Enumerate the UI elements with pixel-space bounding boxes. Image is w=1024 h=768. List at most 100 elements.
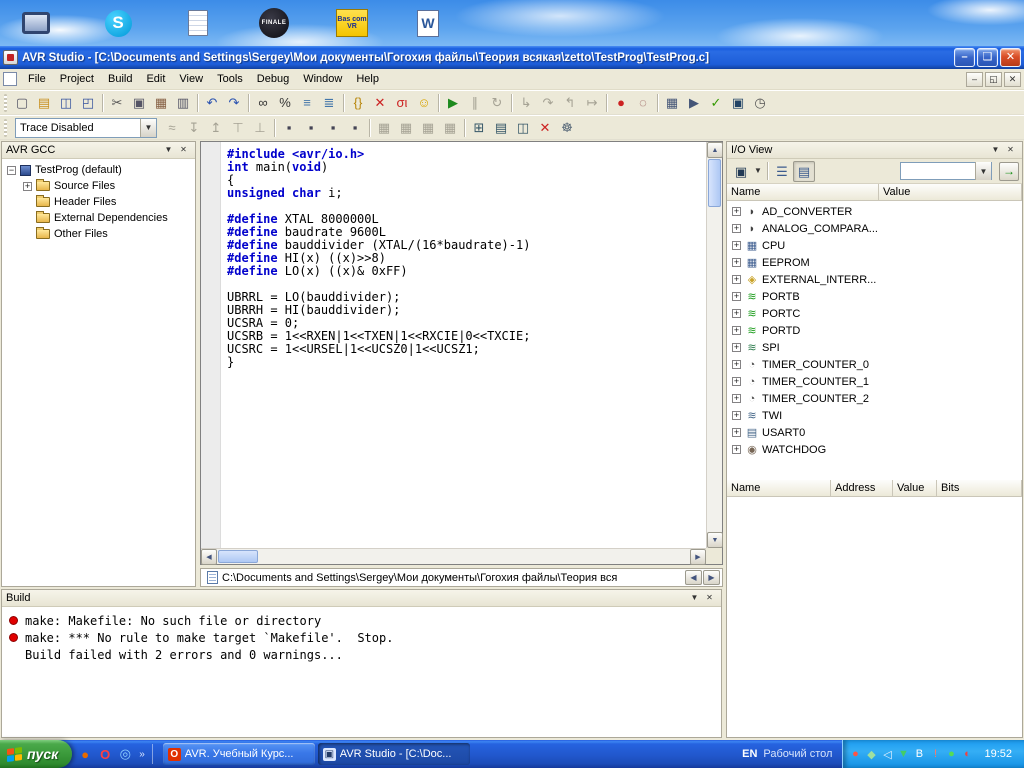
ql-browser-icon[interactable]: ● xyxy=(76,745,94,763)
expand-icon[interactable]: + xyxy=(732,207,741,216)
tray-update-icon[interactable]: ▼ xyxy=(895,748,911,761)
chip-programmer-button[interactable]: ▣ xyxy=(727,92,749,113)
close-window-button[interactable]: ✕ xyxy=(534,117,556,138)
maximize-button[interactable]: ❑ xyxy=(977,48,998,67)
quick-launch-overflow-icon[interactable]: » xyxy=(136,749,148,760)
scroll-left-icon[interactable]: ◀ xyxy=(201,549,217,565)
menu-build[interactable]: Build xyxy=(101,71,139,87)
save-button[interactable]: ◫ xyxy=(55,92,77,113)
io-item-ad-converter[interactable]: +◗AD_CONVERTER xyxy=(727,203,1022,220)
panel-close-icon[interactable]: ✕ xyxy=(176,143,191,157)
expand-icon[interactable]: + xyxy=(732,224,741,233)
open-file-path[interactable]: C:\Documents and Settings\Sergey\Мои док… xyxy=(222,572,685,584)
new-file-button[interactable]: ▢ xyxy=(11,92,33,113)
compile-button[interactable]: ✓ xyxy=(705,92,727,113)
expand-icon[interactable]: + xyxy=(732,241,741,250)
expand-icon[interactable]: + xyxy=(732,343,741,352)
expand-icon[interactable]: + xyxy=(732,326,741,335)
watch-window-button[interactable]: ▦ xyxy=(373,117,395,138)
taskbar-clock[interactable]: 19:52 xyxy=(975,748,1020,760)
build-button[interactable]: ▦ xyxy=(661,92,683,113)
tree-item-external-dependencies[interactable]: External Dependencies xyxy=(2,210,195,226)
break-button[interactable]: ∥ xyxy=(464,92,486,113)
io-item-eeprom[interactable]: +▦EEPROM xyxy=(727,254,1022,271)
step-into-button[interactable]: ↳ xyxy=(515,92,537,113)
io-item-watchdog[interactable]: +◉WATCHDOG xyxy=(727,441,1022,458)
save-all-button[interactable]: ◰ xyxy=(77,92,99,113)
smiley-button[interactable]: ☺ xyxy=(413,92,435,113)
tree-item-other-files[interactable]: Other Files xyxy=(2,226,195,242)
toggle-breakpoint-button[interactable]: ● xyxy=(610,92,632,113)
to-bottom-button[interactable]: ⊥ xyxy=(249,117,271,138)
tab-scroll-left-icon[interactable]: ◀ xyxy=(685,570,702,585)
to-top-button[interactable]: ⊤ xyxy=(227,117,249,138)
panel-menu-icon[interactable]: ▼ xyxy=(687,591,702,605)
auto-step-button[interactable]: ≈ xyxy=(161,117,183,138)
register-window-button[interactable]: ▦ xyxy=(417,117,439,138)
finale-icon[interactable]: FINALE xyxy=(252,3,296,43)
memory-tag-button[interactable]: ▪ xyxy=(300,117,322,138)
expand-icon[interactable]: + xyxy=(23,182,32,191)
panel-close-icon[interactable]: ✕ xyxy=(1003,143,1018,157)
column-header-value[interactable]: Value xyxy=(879,184,1022,200)
disassembler-window-button[interactable]: ▦ xyxy=(439,117,461,138)
menu-help[interactable]: Help xyxy=(349,71,386,87)
tab-scroll-right-icon[interactable]: ▶ xyxy=(703,570,720,585)
scroll-right-icon[interactable]: ▶ xyxy=(690,549,706,565)
find-button[interactable]: ∞ xyxy=(252,92,274,113)
expand-icon[interactable]: + xyxy=(732,360,741,369)
close-button[interactable]: ✕ xyxy=(1000,48,1021,67)
io-item-twi[interactable]: +≋TWI xyxy=(727,407,1022,424)
run-to-cursor-button[interactable]: ↦ xyxy=(581,92,603,113)
stopwatch-button[interactable]: ◷ xyxy=(749,92,771,113)
io-item-portc[interactable]: +≋PORTC xyxy=(727,305,1022,322)
tree-item-header-files[interactable]: Header Files xyxy=(2,194,195,210)
menu-project[interactable]: Project xyxy=(53,71,101,87)
cut-button[interactable]: ✂ xyxy=(106,92,128,113)
taskbar-task-avr-учебный-курс[interactable]: OAVR. Учебный Курс... xyxy=(163,743,315,765)
chevron-down-icon[interactable]: ▼ xyxy=(975,162,991,180)
column-header-bits[interactable]: Bits xyxy=(937,480,1022,496)
paste-button[interactable]: ▦ xyxy=(150,92,172,113)
flash-tag-button[interactable]: ▪ xyxy=(344,117,366,138)
collapse-icon[interactable]: − xyxy=(7,166,16,175)
io-tag-button[interactable]: ▪ xyxy=(322,117,344,138)
project-tree-root[interactable]: −TestProg (default) xyxy=(2,162,195,178)
io-item-portd[interactable]: +≋PORTD xyxy=(727,322,1022,339)
expand-icon[interactable]: + xyxy=(732,258,741,267)
menu-tools[interactable]: Tools xyxy=(210,71,250,87)
copy-button[interactable]: ▣ xyxy=(128,92,150,113)
horizontal-scroll-thumb[interactable] xyxy=(218,550,258,563)
jump-target-button[interactable]: ↧ xyxy=(183,117,205,138)
remove-breakpoints-button[interactable]: ◌ xyxy=(632,92,654,113)
find-in-files-button[interactable]: % xyxy=(274,92,296,113)
memory-window-button[interactable]: ▦ xyxy=(395,117,417,138)
expand-icon[interactable]: + xyxy=(732,377,741,386)
reset-button[interactable]: ↻ xyxy=(486,92,508,113)
expand-icon[interactable]: + xyxy=(732,411,741,420)
language-indicator[interactable]: EN xyxy=(736,748,763,760)
mdi-minimize-button[interactable]: – xyxy=(966,72,983,87)
menu-edit[interactable]: Edit xyxy=(139,71,172,87)
menu-debug[interactable]: Debug xyxy=(250,71,296,87)
expand-icon[interactable]: + xyxy=(732,445,741,454)
editor-horizontal-scrollbar[interactable]: ◀ ▶ xyxy=(201,548,706,564)
ql-messenger-icon[interactable]: ◎ xyxy=(116,745,134,763)
register-tag-button[interactable]: ▪ xyxy=(278,117,300,138)
mdi-close-button[interactable]: ✕ xyxy=(1004,72,1021,87)
scroll-down-icon[interactable]: ▼ xyxy=(707,532,723,548)
minimize-button[interactable]: – xyxy=(954,48,975,67)
my-computer-icon[interactable] xyxy=(14,3,58,43)
braces-button[interactable]: {} xyxy=(347,92,369,113)
save-layout-button[interactable]: ◫ xyxy=(512,117,534,138)
io-item-timer-counter-1[interactable]: +◔TIMER_COUNTER_1 xyxy=(727,373,1022,390)
tree-item-source-files[interactable]: +Source Files xyxy=(2,178,195,194)
word-icon[interactable]: W xyxy=(406,3,450,43)
io-item-portb[interactable]: +≋PORTB xyxy=(727,288,1022,305)
bascom-icon[interactable]: Bas com VR xyxy=(330,3,374,43)
delete-marker-button[interactable]: ✕ xyxy=(369,92,391,113)
start-button[interactable]: пуск xyxy=(0,740,72,768)
step-out-button[interactable]: ↰ xyxy=(559,92,581,113)
symbols-button[interactable]: σι xyxy=(391,92,413,113)
code-area[interactable]: #include <avr/io.h>int main(void){unsign… xyxy=(222,142,706,548)
